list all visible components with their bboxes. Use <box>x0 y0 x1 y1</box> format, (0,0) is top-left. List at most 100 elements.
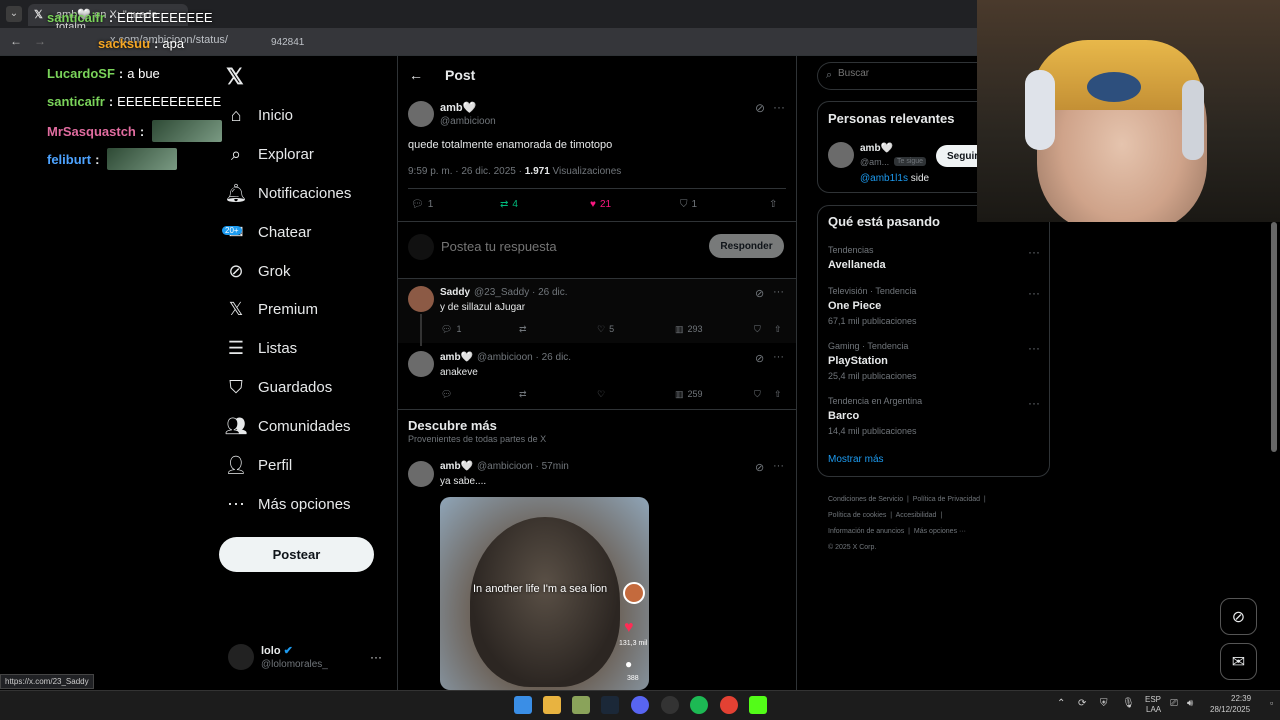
trend-more-icon[interactable]: ··· <box>1028 341 1040 355</box>
discord-icon[interactable] <box>631 696 649 714</box>
back-arrow-icon[interactable]: ← <box>10 34 22 48</box>
trend-more-icon[interactable]: ··· <box>1028 286 1040 300</box>
nav-item-más-opciones[interactable]: ⋯ Más opciones <box>220 485 390 523</box>
bio-mention[interactable]: @amb1l1s <box>860 173 908 184</box>
post-author-avatar[interactable] <box>408 101 434 127</box>
reply-icon[interactable]: 💬︎ <box>441 389 452 400</box>
heart-icon[interactable]: ♡ <box>597 389 605 400</box>
search-input[interactable] <box>838 68 978 79</box>
footer-link[interactable]: Política de cookies <box>828 512 886 519</box>
nav-item-inicio[interactable]: ⌂ Inicio <box>220 96 390 134</box>
footer-link[interactable]: Política de Privacidad <box>913 496 980 503</box>
obs-icon[interactable] <box>661 696 679 714</box>
nav-item-listas[interactable]: ☰ Listas <box>220 329 390 367</box>
trend-more-icon[interactable]: ··· <box>1028 245 1040 259</box>
tray-chevron-icon[interactable]: ⌃ <box>1057 698 1065 709</box>
sync-icon[interactable]: ⟳ <box>1078 698 1086 709</box>
footer-link[interactable]: Accesibilidad <box>896 512 937 519</box>
tab-list-button[interactable]: ⌄ <box>6 6 22 22</box>
reply-more-icon[interactable]: ··· <box>773 351 784 363</box>
post-more-icon[interactable]: ··· <box>773 100 785 114</box>
repost-icon[interactable]: ⇄ <box>519 324 527 335</box>
nav-item-chatear[interactable]: ✉20+ Chatear <box>220 213 390 251</box>
account-more-icon[interactable]: ··· <box>370 650 382 664</box>
messages-float-button[interactable]: ✉ <box>1220 643 1257 680</box>
reply-more-icon[interactable]: ··· <box>773 286 784 298</box>
account-avatar[interactable] <box>228 644 254 670</box>
nav-item-notificaciones[interactable]: 🔔︎ Notificaciones <box>220 174 390 212</box>
search-box[interactable]: ⌕ <box>817 62 987 90</box>
video-comment-icon[interactable]: ● <box>625 657 632 671</box>
mic-icon[interactable]: 🎙︎ <box>1122 698 1135 709</box>
forward-arrow-icon[interactable]: → <box>34 34 46 48</box>
nav-item-comunidades[interactable]: 👥︎ Comunidades <box>220 407 390 445</box>
x-logo-icon[interactable]: 𝕏 <box>226 64 244 90</box>
views-action[interactable]: ▥ 259 <box>675 389 703 400</box>
reply-avatar[interactable] <box>408 351 434 377</box>
chrome-icon[interactable] <box>720 696 738 714</box>
reply-author[interactable]: amb🤍 <box>440 352 473 363</box>
post-author-handle[interactable]: @ambicioon <box>440 116 496 127</box>
nav-item-premium[interactable]: 𝕏 Premium <box>220 290 390 328</box>
grok-icon[interactable]: ⊘ <box>755 461 764 474</box>
discover-author[interactable]: amb🤍 <box>440 461 473 472</box>
share-icon[interactable]: ⇧ <box>769 199 777 210</box>
reply-action[interactable]: 💬︎ 1 <box>441 324 461 335</box>
reply-author[interactable]: Saddy <box>440 287 470 298</box>
reply-avatar[interactable] <box>408 286 434 312</box>
discover-more-icon[interactable]: ··· <box>773 460 784 472</box>
bookmark-icon[interactable]: ⛉ <box>754 324 761 335</box>
bookmark-icon[interactable]: ⛉ <box>754 389 761 400</box>
footer-link[interactable]: Información de anuncios <box>828 528 904 535</box>
discover-avatar[interactable] <box>408 461 434 487</box>
creator-avatar[interactable] <box>623 582 645 604</box>
trend-item[interactable]: Televisión · Tendencia One Piece 67,1 mil … <box>828 286 1040 326</box>
grok-float-button[interactable]: ⊘ <box>1220 598 1257 635</box>
discover-video[interactable]: In another life I'm a sea lion ♥ 131,3 m… <box>440 497 649 690</box>
reply-button[interactable]: Responder <box>709 234 784 258</box>
file-explorer-icon[interactable] <box>543 696 561 714</box>
steam-icon[interactable] <box>601 696 619 714</box>
grok-icon[interactable]: ⊘ <box>755 352 764 365</box>
footer-link[interactable]: Más opciones ··· <box>914 528 966 535</box>
scrollbar-thumb[interactable] <box>1271 222 1277 452</box>
relevant-avatar[interactable] <box>828 142 854 168</box>
clock-time[interactable]: 22:39 <box>1231 694 1251 703</box>
like-action[interactable]: ♡ 5 <box>597 324 614 335</box>
notification-icon[interactable]: ▫ <box>1270 698 1273 708</box>
views-action[interactable]: ▥ 293 <box>675 324 703 335</box>
nav-item-perfil[interactable]: 👤︎ Perfil <box>220 446 390 484</box>
show-more-link[interactable]: Mostrar más <box>828 454 884 465</box>
share-icon[interactable]: ⇧ <box>774 324 782 335</box>
bookmark-action[interactable]: ⛉ 1 <box>680 199 697 210</box>
post-author-name[interactable]: amb🤍 <box>440 101 476 114</box>
footer-link[interactable]: Condiciones de Servicio <box>828 496 903 503</box>
nav-item-guardados[interactable]: ⛉ Guardados <box>220 368 390 406</box>
reply-input[interactable] <box>441 236 691 256</box>
trend-more-icon[interactable]: ··· <box>1028 396 1040 410</box>
app-icon[interactable] <box>572 696 590 714</box>
windows-start-icon[interactable] <box>514 696 532 714</box>
trend-item[interactable]: Tendencias Avellaneda ··· <box>828 245 1040 275</box>
grok-icon[interactable]: ⊘ <box>755 101 765 115</box>
like-action[interactable]: ♥ 21 <box>590 199 611 210</box>
nav-item-explorar[interactable]: ⌕ Explorar <box>220 135 390 173</box>
grok-icon[interactable]: ⊘ <box>755 287 764 300</box>
back-icon[interactable]: ← <box>409 67 423 83</box>
kick-icon[interactable] <box>749 696 767 714</box>
security-icon[interactable]: ⛨ <box>1100 698 1108 709</box>
language-indicator[interactable]: ESP <box>1145 695 1161 704</box>
video-heart-icon[interactable]: ♥ <box>624 619 634 637</box>
reply-action[interactable]: 💬︎ 1 <box>411 199 433 210</box>
relevant-name[interactable]: amb🤍 <box>860 143 893 154</box>
network-icon[interactable]: ⎚ <box>1170 698 1178 709</box>
repost-icon[interactable]: ⇄ <box>519 389 527 400</box>
repost-action[interactable]: ⇄ 4 <box>500 199 518 210</box>
nav-item-grok[interactable]: ⊘ Grok <box>220 252 390 290</box>
trend-item[interactable]: Tendencia en Argentina Barco 14,4 mil publ… <box>828 396 1040 436</box>
volume-icon[interactable]: 🔊︎ <box>1187 698 1193 709</box>
account-name[interactable]: lolo ✔ <box>261 644 293 657</box>
share-icon[interactable]: ⇧ <box>774 389 782 400</box>
spotify-icon[interactable] <box>690 696 708 714</box>
post-button[interactable]: Postear <box>219 537 374 572</box>
